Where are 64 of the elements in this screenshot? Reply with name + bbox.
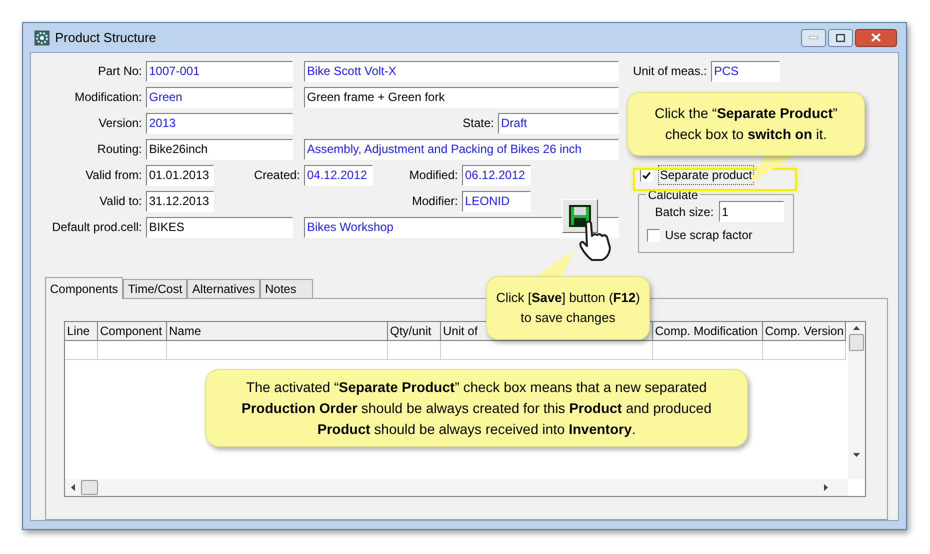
horizontal-scrollbar[interactable] bbox=[65, 479, 848, 496]
modifier-field[interactable]: LEONID bbox=[462, 190, 531, 212]
callout: The activated “Separate Product” check box means that a new separated Production Order should be always created for this Product and produced Product should be always received into Inventory. bbox=[205, 369, 748, 447]
window-title: Product Structure bbox=[55, 28, 156, 47]
part-number-field[interactable]: 1007-001 bbox=[146, 60, 293, 82]
field-label: Modified: bbox=[409, 167, 458, 184]
scroll-thumb[interactable] bbox=[849, 334, 864, 351]
scroll-down-icon bbox=[853, 453, 860, 457]
scroll-up-icon bbox=[853, 326, 860, 330]
modification-name-field[interactable]: Green frame + Green fork bbox=[304, 86, 619, 108]
field-label: Modification: bbox=[74, 89, 142, 106]
field-label: Version: bbox=[98, 115, 142, 132]
tab[interactable]: Time/Cost bbox=[123, 279, 188, 298]
valid-to-field[interactable]: 31.12.2013 bbox=[146, 190, 214, 212]
tab[interactable]: Alternatives bbox=[187, 279, 260, 298]
column-header[interactable]: Comp. Modification bbox=[653, 322, 763, 341]
prod-cell-name-field[interactable]: Bikes Workshop bbox=[304, 216, 619, 238]
routing-field[interactable]: Bike26inch bbox=[146, 138, 293, 160]
field-label: Unit of meas.: bbox=[632, 63, 707, 80]
maximize-icon bbox=[836, 34, 845, 42]
column-header[interactable]: Comp. Version bbox=[763, 322, 846, 341]
maximize-button[interactable] bbox=[828, 28, 853, 46]
tab[interactable]: Notes bbox=[260, 279, 314, 298]
minimize-button[interactable] bbox=[801, 28, 826, 46]
minimize-icon bbox=[809, 36, 818, 39]
created-field[interactable]: 04.12.2012 bbox=[304, 164, 373, 186]
version-field[interactable]: 2013 bbox=[146, 112, 293, 134]
routing-name-field[interactable]: Assembly, Adjustment and Packing of Bikes 26 inch bbox=[304, 138, 619, 160]
close-button[interactable] bbox=[855, 28, 897, 46]
unit-field[interactable]: PCS bbox=[711, 60, 780, 82]
column-header[interactable]: Name bbox=[167, 322, 388, 341]
save-button[interactable] bbox=[562, 199, 598, 233]
tab[interactable]: Components bbox=[45, 277, 124, 299]
state-field[interactable]: Draft bbox=[498, 112, 619, 134]
part-name-field[interactable]: Bike Scott Volt-X bbox=[304, 60, 619, 82]
floppy-disk-icon bbox=[569, 205, 591, 227]
field-label: Batch size: bbox=[655, 204, 714, 220]
checkbox-label: Use scrap factor bbox=[665, 227, 752, 244]
field-label: Valid to: bbox=[100, 193, 142, 210]
scroll-thumb[interactable] bbox=[81, 480, 98, 495]
field-label: Routing: bbox=[97, 141, 142, 158]
field-label: State: bbox=[462, 115, 494, 132]
scroll-right-icon bbox=[824, 484, 828, 491]
column-header[interactable]: Qty/unit bbox=[388, 322, 441, 341]
table-cell bbox=[388, 341, 441, 360]
close-icon bbox=[871, 33, 881, 42]
prod-cell-field[interactable]: BIKES bbox=[146, 216, 293, 238]
app-icon bbox=[34, 30, 50, 46]
field-label: Part No: bbox=[98, 63, 142, 80]
modified-field[interactable]: 06.12.2012 bbox=[462, 164, 531, 186]
field-label: Modifier: bbox=[412, 193, 458, 210]
valid-from-field[interactable]: 01.01.2013 bbox=[146, 164, 214, 186]
table-cell bbox=[65, 341, 98, 360]
checkbox[interactable] bbox=[647, 228, 660, 242]
batch-size-field[interactable]: 1 bbox=[718, 201, 784, 222]
vertical-scrollbar[interactable] bbox=[848, 322, 865, 479]
field-label: Created: bbox=[254, 167, 300, 184]
table-cell bbox=[98, 341, 167, 360]
scroll-left-icon bbox=[71, 484, 75, 491]
column-header[interactable]: Line bbox=[65, 322, 98, 341]
modification-field[interactable]: Green bbox=[146, 86, 293, 108]
field-label: Default prod.cell: bbox=[52, 219, 142, 236]
field-label: Valid from: bbox=[86, 167, 142, 184]
column-header[interactable]: Component bbox=[98, 322, 167, 341]
